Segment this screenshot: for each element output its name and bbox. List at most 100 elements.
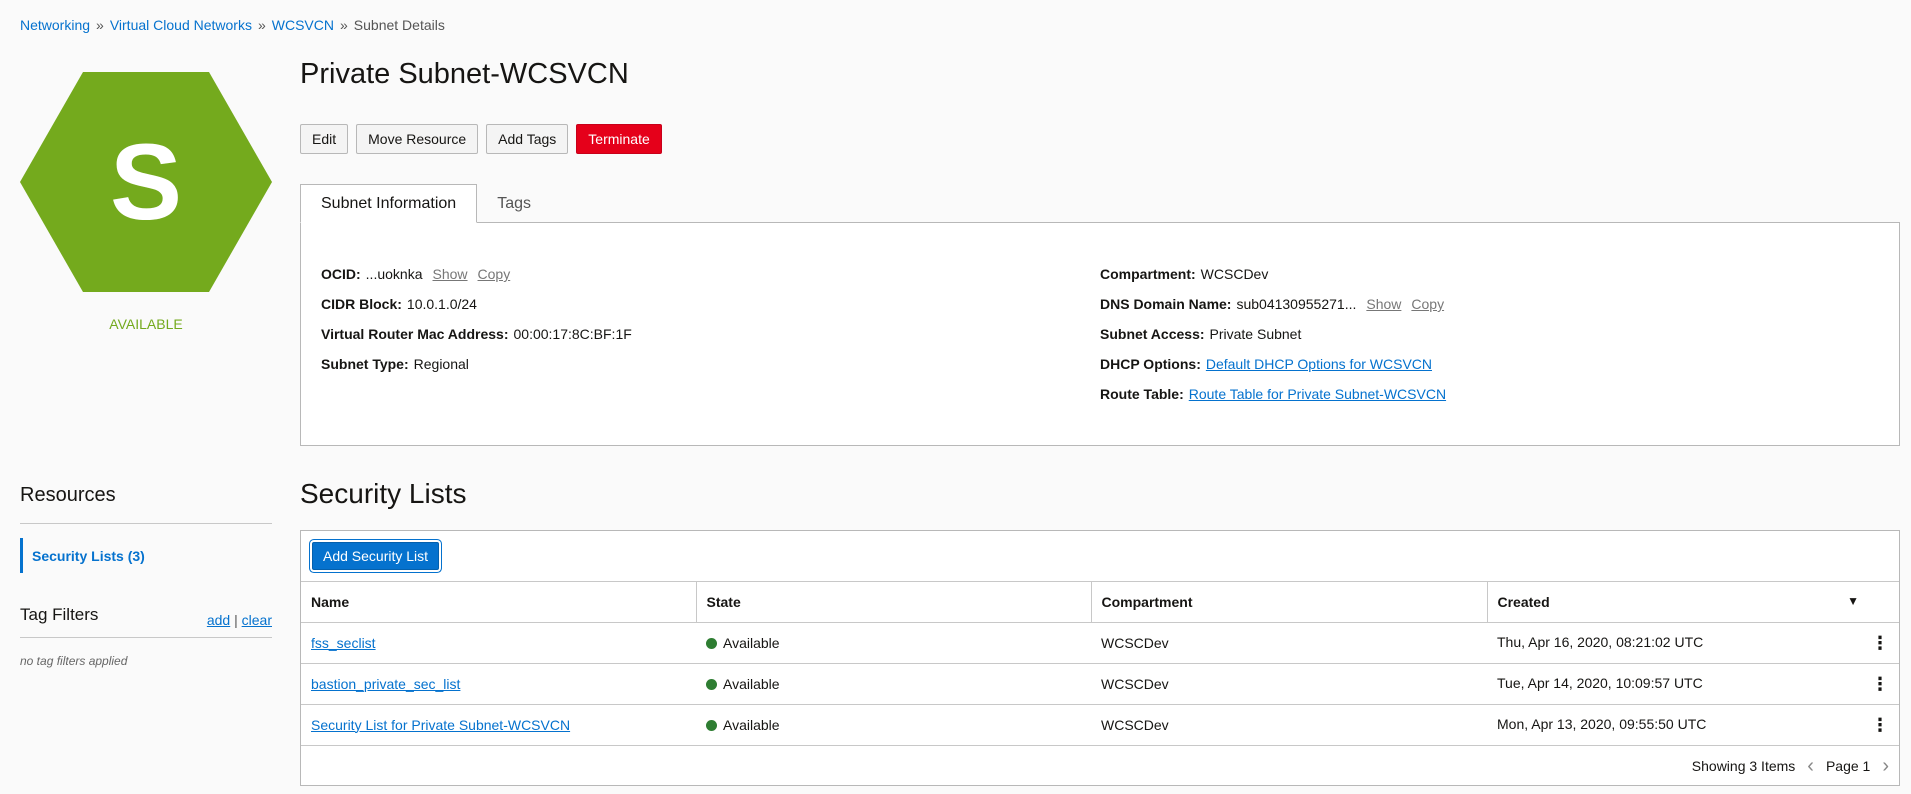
page-title: Private Subnet-WCSVCN <box>300 58 629 90</box>
dhcp-options-link[interactable]: Default DHCP Options for WCSVCN <box>1206 356 1432 372</box>
info-column-left: OCID: ...uoknka Show Copy CIDR Block: 10… <box>321 259 632 379</box>
ocid-value: ...uoknka <box>365 266 423 282</box>
column-header-state[interactable]: State <box>695 582 1091 623</box>
security-lists-heading: Security Lists <box>300 478 467 509</box>
column-header-name[interactable]: Name <box>301 582 696 623</box>
table-toolbar: Add Security List <box>301 531 1899 582</box>
row-state-cell: Available <box>696 704 1091 746</box>
resources-heading: Resources <box>20 484 116 506</box>
row-name-cell: bastion_private_sec_list <box>301 663 696 705</box>
breadcrumb-separator: » <box>340 17 348 33</box>
row-actions-kebab-icon[interactable]: ⋮ <box>1871 716 1889 734</box>
cidr-label: CIDR Block: <box>321 296 402 312</box>
sort-descending-icon[interactable]: ▼ <box>1847 594 1859 608</box>
created-text: Mon, Apr 13, 2020, 09:55:50 UTC <box>1497 715 1707 732</box>
security-lists-panel: Add Security List Name State Compartment… <box>300 530 1900 786</box>
move-resource-button[interactable]: Move Resource <box>356 124 479 154</box>
dhcp-label: DHCP Options: <box>1100 356 1201 372</box>
row-actions-kebab-icon[interactable]: ⋮ <box>1871 634 1889 652</box>
row-name-cell: Security List for Private Subnet-WCSVCN <box>301 704 696 746</box>
add-security-list-button[interactable]: Add Security List <box>312 542 440 570</box>
chevron-left-icon[interactable]: ‹ <box>1807 756 1814 776</box>
subnet-hexagon-icon: S <box>20 72 272 292</box>
ocid-label: OCID: <box>321 266 361 282</box>
subnet-type-label: Subnet Type: <box>321 356 409 372</box>
row-actions-kebab-icon[interactable]: ⋮ <box>1871 675 1889 693</box>
cidr-row: CIDR Block: 10.0.1.0/24 <box>321 289 632 319</box>
compartment-row: Compartment: WCSCDev <box>1100 259 1446 289</box>
row-state-cell: Available <box>696 663 1091 705</box>
resources-divider <box>20 523 272 524</box>
state-text: Available <box>723 634 780 651</box>
breadcrumb: Networking » Virtual Cloud Networks » WCSVCN… <box>20 17 445 33</box>
table-header-row: Name State Compartment Created ▼ <box>301 582 1899 623</box>
subnet-access-label: Subnet Access: <box>1100 326 1205 342</box>
tag-filter-clear-link[interactable]: clear <box>242 612 272 628</box>
row-compartment-cell: WCSCDev <box>1091 663 1487 705</box>
terminate-button[interactable]: Terminate <box>576 124 662 154</box>
created-text: Tue, Apr 14, 2020, 10:09:57 UTC <box>1497 674 1703 691</box>
ocid-show-link[interactable]: Show <box>433 266 468 282</box>
row-state-cell: Available <box>696 622 1091 664</box>
tab-tags[interactable]: Tags <box>477 184 551 223</box>
row-compartment-cell: WCSCDev <box>1091 704 1487 746</box>
breadcrumb-virtual-cloud-networks[interactable]: Virtual Cloud Networks <box>110 17 252 33</box>
state-text: Available <box>723 716 780 733</box>
route-table-link[interactable]: Route Table for Private Subnet-WCSVCN <box>1189 386 1446 402</box>
action-bar: Edit Move Resource Add Tags Terminate <box>300 124 662 154</box>
dns-copy-link[interactable]: Copy <box>1411 296 1444 312</box>
row-name-cell: fss_seclist <box>301 622 696 664</box>
state-text: Available <box>723 675 780 692</box>
security-list-link[interactable]: fss_seclist <box>311 635 376 651</box>
mac-value: 00:00:17:8C:BF:1F <box>513 326 632 342</box>
detail-tabs: Subnet Information Tags <box>300 184 551 223</box>
tab-subnet-information[interactable]: Subnet Information <box>300 184 478 223</box>
column-header-created[interactable]: Created ▼ <box>1486 582 1899 623</box>
table-row: fss_seclist Available WCSCDev Thu, Apr 1… <box>301 622 1899 664</box>
status-available-icon <box>706 719 717 731</box>
edit-button[interactable]: Edit <box>300 124 349 154</box>
mac-label: Virtual Router Mac Address: <box>321 326 509 342</box>
route-table-row: Route Table: Route Table for Private Sub… <box>1100 379 1446 409</box>
resource-status: AVAILABLE <box>109 316 183 332</box>
item-count: Showing 3 Items <box>1691 757 1796 774</box>
dns-row: DNS Domain Name: sub04130955271... Show … <box>1100 289 1446 319</box>
subnet-access-row: Subnet Access: Private Subnet <box>1100 319 1446 349</box>
dhcp-row: DHCP Options: Default DHCP Options for W… <box>1100 349 1446 379</box>
column-header-compartment[interactable]: Compartment <box>1090 582 1487 623</box>
sidebar-item-security-lists[interactable]: Security Lists (3) <box>20 538 272 573</box>
security-lists-table: Name State Compartment Created ▼ fss_sec… <box>301 582 1899 746</box>
chevron-right-icon[interactable]: › <box>1882 756 1889 776</box>
breadcrumb-networking[interactable]: Networking <box>20 17 90 33</box>
status-available-icon <box>706 678 717 690</box>
add-tags-button[interactable]: Add Tags <box>486 124 569 154</box>
info-column-right: Compartment: WCSCDev DNS Domain Name: su… <box>1100 259 1446 409</box>
security-list-link[interactable]: bastion_private_sec_list <box>311 676 460 692</box>
row-created-cell: Tue, Apr 14, 2020, 10:09:57 UTC ⋮ <box>1487 663 1899 705</box>
security-list-link[interactable]: Security List for Private Subnet-WCSVCN <box>311 717 570 733</box>
route-table-label: Route Table: <box>1100 386 1184 402</box>
dns-value: sub04130955271... <box>1236 296 1357 312</box>
breadcrumb-current: Subnet Details <box>353 17 445 33</box>
row-created-cell: Mon, Apr 13, 2020, 09:55:50 UTC ⋮ <box>1487 704 1899 746</box>
tag-filter-add-link[interactable]: add <box>207 612 230 628</box>
tag-filters-heading: Tag Filters <box>20 605 99 624</box>
subnet-type-row: Subnet Type: Regional <box>321 349 632 379</box>
row-compartment-cell: WCSCDev <box>1091 622 1487 664</box>
tag-filters-actions: add | clear <box>207 612 272 628</box>
created-text: Thu, Apr 16, 2020, 08:21:02 UTC <box>1497 633 1704 650</box>
table-footer: Showing 3 Items ‹ Page 1 › <box>301 746 1899 786</box>
row-created-cell: Thu, Apr 16, 2020, 08:21:02 UTC ⋮ <box>1487 622 1899 664</box>
compartment-label: Compartment: <box>1100 266 1196 282</box>
dns-show-link[interactable]: Show <box>1366 296 1401 312</box>
ocid-row: OCID: ...uoknka Show Copy <box>321 259 632 289</box>
ocid-copy-link[interactable]: Copy <box>478 266 511 282</box>
table-row: bastion_private_sec_list Available WCSCD… <box>301 663 1899 705</box>
breadcrumb-wcsvcn[interactable]: WCSVCN <box>272 17 334 33</box>
created-header-label: Created <box>1497 593 1550 610</box>
tag-filter-pipe: | <box>234 612 238 628</box>
resource-letter: S <box>109 121 183 242</box>
status-available-icon <box>706 637 717 649</box>
tag-filters-divider <box>20 637 272 638</box>
cidr-value: 10.0.1.0/24 <box>406 296 477 312</box>
